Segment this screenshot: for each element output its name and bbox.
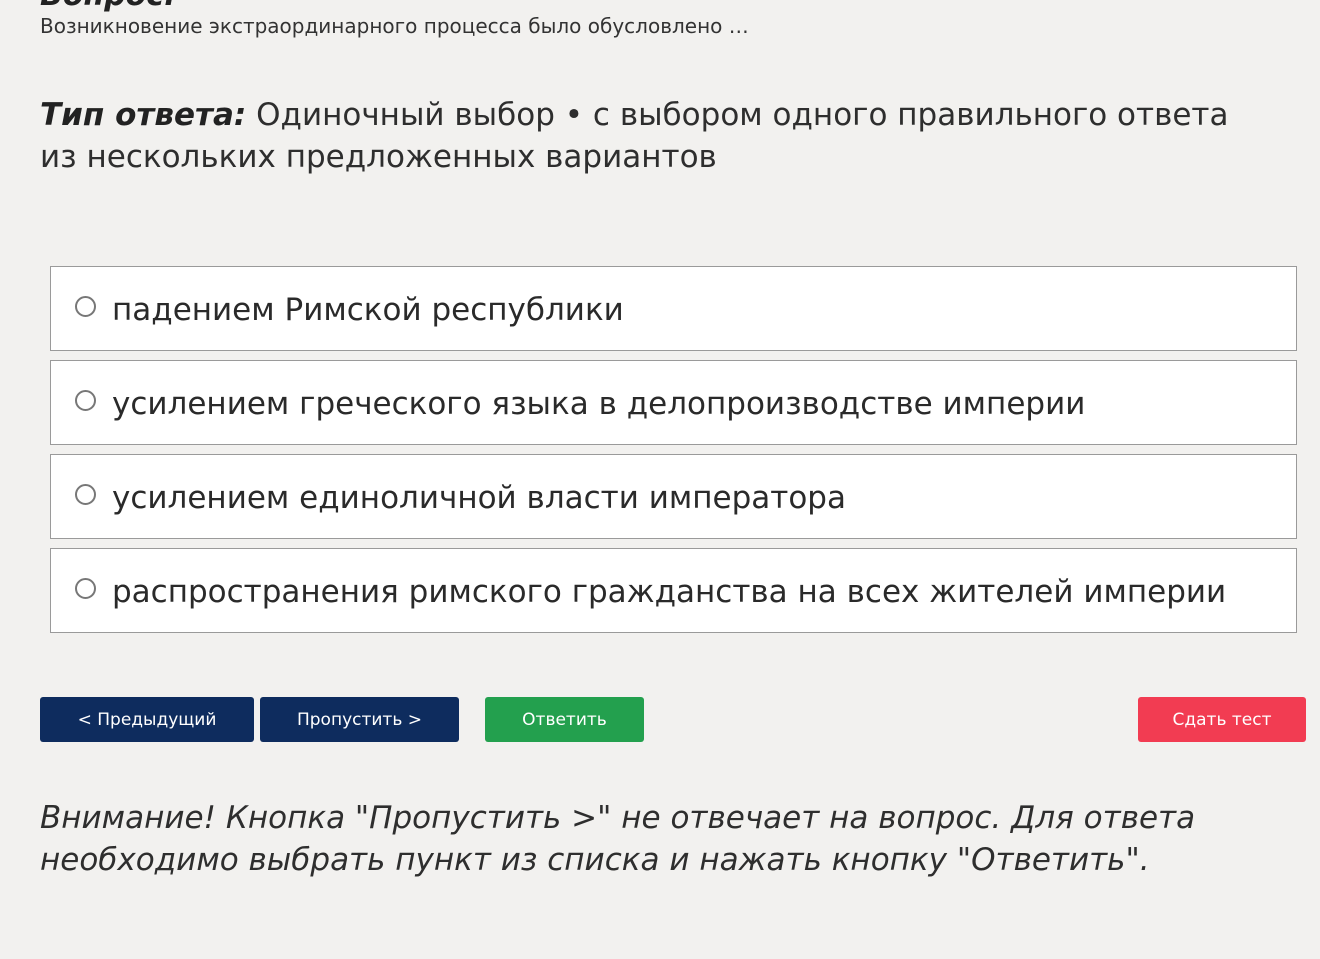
- answer-option[interactable]: усилением греческого языка в делопроизво…: [50, 360, 1297, 445]
- answer-option-label: падением Римской республики: [112, 291, 624, 328]
- answer-option[interactable]: распространения римского гражданства на …: [50, 548, 1297, 633]
- answer-option[interactable]: падением Римской республики: [50, 266, 1297, 351]
- radio-button-icon[interactable]: [75, 390, 96, 411]
- notice-text: Внимание! Кнопка "Пропустить >" не отвеч…: [40, 800, 1196, 878]
- radio-button-icon[interactable]: [75, 484, 96, 505]
- answer-button[interactable]: Ответить: [485, 697, 644, 742]
- submit-test-button[interactable]: Сдать тест: [1138, 697, 1306, 742]
- answer-type: Тип ответа: Одиночный выбор • с выбором …: [40, 94, 1270, 178]
- skip-button[interactable]: Пропустить >: [260, 697, 459, 742]
- answer-options-list: падением Римской республики усилением гр…: [50, 266, 1297, 642]
- answer-option-label: усилением единоличной власти императора: [112, 479, 846, 516]
- previous-button[interactable]: < Предыдущий: [40, 697, 254, 742]
- radio-button-icon[interactable]: [75, 578, 96, 599]
- answer-type-label: Тип ответа:: [40, 97, 247, 133]
- answer-option-label: усилением греческого языка в делопроизво…: [112, 385, 1086, 422]
- answer-option[interactable]: усилением единоличной власти императора: [50, 454, 1297, 539]
- question-heading: Вопрос:: [40, 0, 176, 13]
- radio-button-icon[interactable]: [75, 296, 96, 317]
- question-text: Возникновение экстраординарного процесса…: [40, 14, 749, 38]
- answer-option-label: распространения римского гражданства на …: [112, 573, 1227, 610]
